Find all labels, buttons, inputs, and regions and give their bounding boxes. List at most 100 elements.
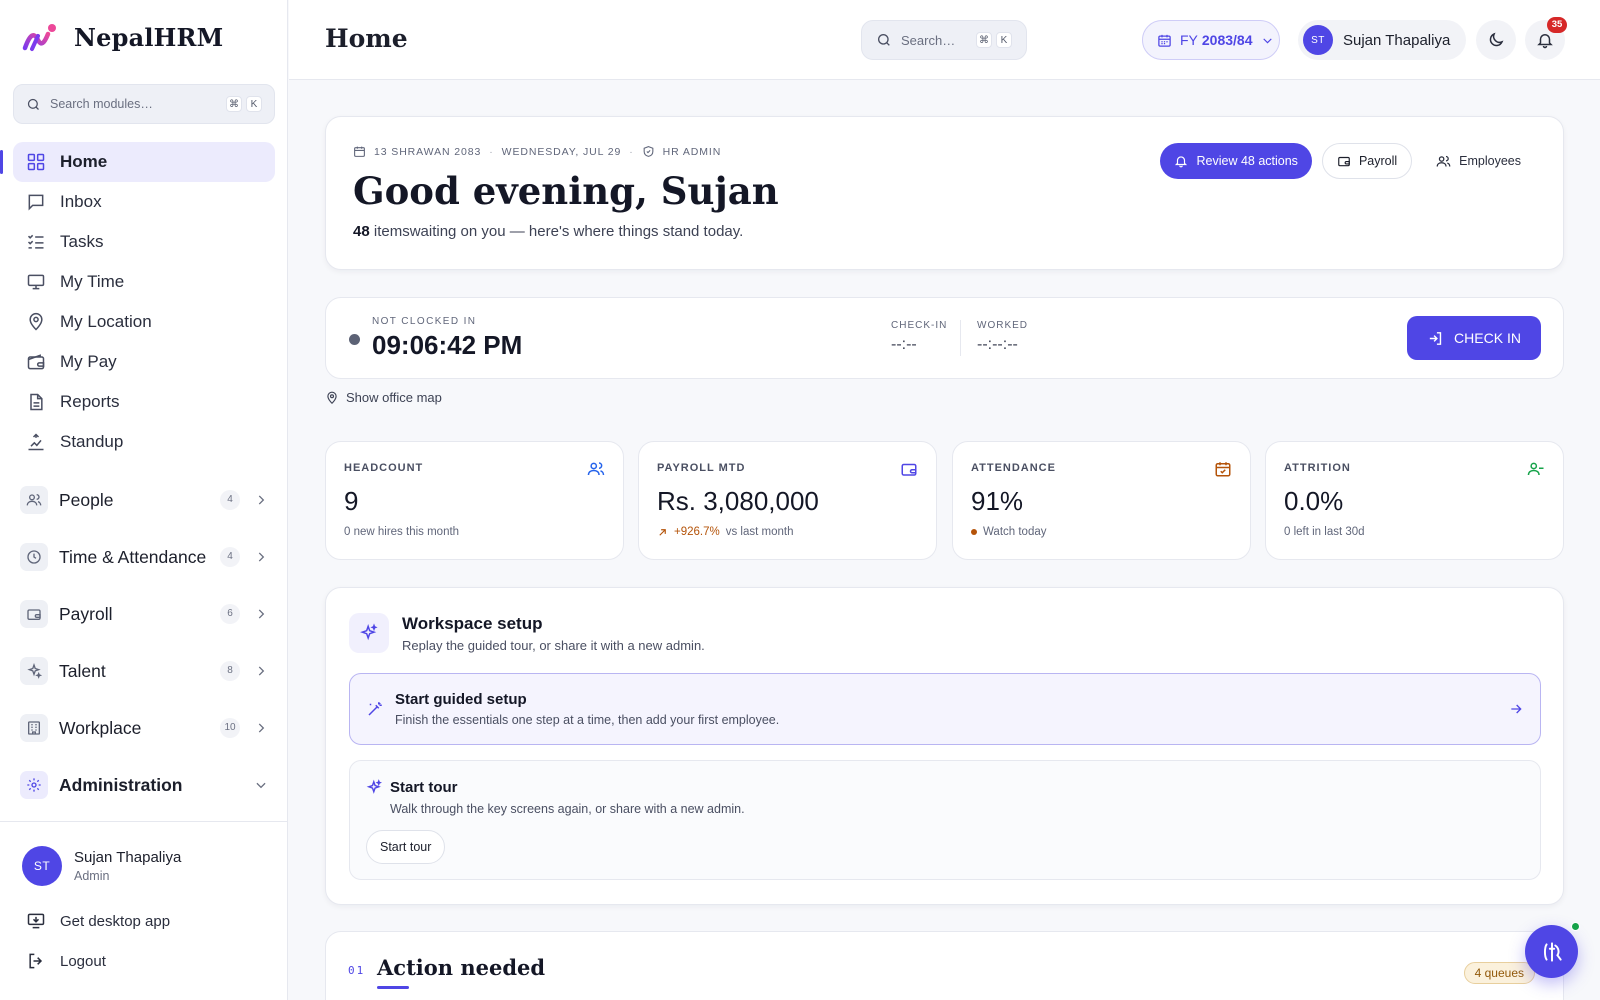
stat-subtext: vs last month xyxy=(725,526,794,538)
payroll-button[interactable]: Payroll xyxy=(1321,143,1413,179)
nav-group-talent[interactable]: Talent 8 xyxy=(20,649,268,693)
section-title: Action needed xyxy=(377,955,546,980)
start-guided-setup-card[interactable]: Start guided setup Finish the essentials… xyxy=(349,673,1541,745)
calendar-icon xyxy=(1157,33,1172,48)
map-pin-icon xyxy=(26,312,46,332)
user-name: Sujan Thapaliya xyxy=(74,849,182,866)
show-office-map-link[interactable]: Show office map xyxy=(325,390,442,405)
stat-label: HEADCOUNT xyxy=(344,462,424,474)
stat-card-headcount[interactable]: HEADCOUNT 9 0 new hires this month xyxy=(325,441,624,560)
nav-group-people[interactable]: People 4 xyxy=(20,478,268,522)
nav-item-reports[interactable]: Reports xyxy=(13,382,275,422)
start-tour-button[interactable]: Start tour xyxy=(366,830,446,864)
bell-icon xyxy=(1536,31,1554,49)
button-label: Review 48 actions xyxy=(1196,154,1298,168)
review-actions-button[interactable]: Review 48 actions xyxy=(1160,143,1312,179)
nav-item-home[interactable]: Home xyxy=(0,142,275,182)
guided-setup-subtitle: Finish the essentials one step at a time… xyxy=(395,713,780,727)
theme-toggle-button[interactable] xyxy=(1476,20,1516,60)
nav-item-tasks[interactable]: Tasks xyxy=(13,222,275,262)
logout-link[interactable]: Logout xyxy=(26,951,106,971)
setup-subtitle: Replay the guided tour, or share it with… xyxy=(402,638,705,653)
grid-icon xyxy=(26,152,46,172)
building-icon xyxy=(20,714,48,742)
kbd-k: K xyxy=(996,32,1012,48)
group-label: People xyxy=(59,489,114,510)
stat-label: ATTENDANCE xyxy=(971,462,1056,474)
keyboard-shortcut: ⌘ K xyxy=(976,32,1012,48)
nav-group-administration[interactable]: Administration xyxy=(20,763,268,807)
stat-subtext: Watch today xyxy=(983,526,1047,538)
sparkle-icon xyxy=(349,613,389,653)
nav-group-workplace[interactable]: Workplace 10 xyxy=(20,706,268,750)
stat-card-attendance[interactable]: ATTENDANCE 91% Watch today xyxy=(952,441,1251,560)
nav-label: Tasks xyxy=(60,232,104,251)
module-search-input[interactable]: Search modules… ⌘ K xyxy=(13,84,275,124)
sparkle-icon xyxy=(20,657,48,685)
avatar: ST xyxy=(22,846,62,886)
moon-icon xyxy=(1487,31,1505,49)
stat-subtext: 0 new hires this month xyxy=(344,526,460,538)
group-count-badge: 6 xyxy=(220,604,240,624)
chevron-right-icon xyxy=(254,550,268,564)
nav-label: Home xyxy=(60,152,108,171)
greeting-heading: Good evening, Sujan xyxy=(353,169,779,213)
wallet-icon xyxy=(1337,154,1351,168)
chevron-down-icon xyxy=(254,778,268,792)
search-icon xyxy=(26,97,41,112)
nav-item-inbox[interactable]: Inbox xyxy=(13,182,275,222)
assistant-icon xyxy=(1539,939,1565,965)
people-icon xyxy=(1436,154,1451,169)
nav-label: Standup xyxy=(60,432,124,451)
stat-subtext-row: Watch today xyxy=(971,526,1047,538)
clock-divider xyxy=(960,320,961,356)
nav-group-time-attendance[interactable]: Time & Attendance 4 xyxy=(20,535,268,579)
brand[interactable]: NepalHRM xyxy=(22,22,223,52)
setup-title: Workspace setup xyxy=(402,614,543,633)
sidebar-divider xyxy=(0,821,288,822)
fiscal-year-selector[interactable]: FY 2083/84 xyxy=(1142,20,1280,60)
nav-group-payroll[interactable]: Payroll 6 xyxy=(20,592,268,636)
stat-label: ATTRITION xyxy=(1284,462,1351,474)
nav-label: My Location xyxy=(60,312,152,331)
stat-label: PAYROLL MTD xyxy=(657,462,746,474)
stat-card-attrition[interactable]: ATTRITION 0.0% 0 left in last 30d xyxy=(1265,441,1564,560)
stat-value: 9 xyxy=(344,486,359,516)
meta-separator: · xyxy=(489,145,494,158)
kbd-cmd: ⌘ xyxy=(976,32,992,48)
module-search-placeholder: Search modules… xyxy=(50,97,153,111)
nav-item-my-time[interactable]: My Time xyxy=(13,262,275,302)
status-indicator xyxy=(349,334,360,345)
link-label: Logout xyxy=(60,952,106,970)
chevron-down-icon xyxy=(1261,34,1274,47)
user-menu-button[interactable]: ST Sujan Thapaliya xyxy=(1298,20,1466,60)
stat-card-payroll-mtd[interactable]: PAYROLL MTD Rs. 3,080,000 +926.7% vs las… xyxy=(638,441,937,560)
brand-name: NepalHRM xyxy=(74,22,224,52)
message-icon xyxy=(26,192,46,212)
pending-text: itemswaiting on you — here's where thing… xyxy=(373,223,744,240)
notifications-button[interactable]: 35 xyxy=(1525,17,1567,60)
group-label: Talent xyxy=(59,660,106,681)
stat-subtext-row: +926.7% vs last month xyxy=(657,526,793,538)
checkin-time-block: CHECK-IN --:-- xyxy=(891,320,947,354)
user-role-label: HR ADMIN xyxy=(662,145,722,158)
tasks-icon xyxy=(26,232,46,252)
calendar-check-icon xyxy=(1214,460,1232,478)
nav-item-standup[interactable]: Standup xyxy=(13,422,275,462)
nav-item-my-pay[interactable]: My Pay xyxy=(13,342,275,382)
get-desktop-app-link[interactable]: Get desktop app xyxy=(26,911,170,931)
trend-up-icon xyxy=(657,527,668,538)
calendar-icon xyxy=(353,145,366,158)
sidebar-user-card[interactable]: ST Sujan Thapaliya Admin xyxy=(22,846,181,886)
bell-icon xyxy=(1174,154,1188,168)
checkin-label: CHECK-IN xyxy=(891,320,948,331)
kbd-cmd: ⌘ xyxy=(226,96,242,112)
nepali-date: 13 SHRAWAN 2083 xyxy=(374,145,482,158)
employees-button[interactable]: Employees xyxy=(1422,143,1535,179)
nav-item-my-location[interactable]: My Location xyxy=(13,302,275,342)
check-in-button[interactable]: CHECK IN xyxy=(1407,316,1541,360)
user-name: Sujan Thapaliya xyxy=(1343,31,1451,49)
global-search-input[interactable]: Search… ⌘ K xyxy=(861,20,1027,60)
status-dot xyxy=(971,529,977,535)
assistant-fab-button[interactable] xyxy=(1525,925,1578,978)
